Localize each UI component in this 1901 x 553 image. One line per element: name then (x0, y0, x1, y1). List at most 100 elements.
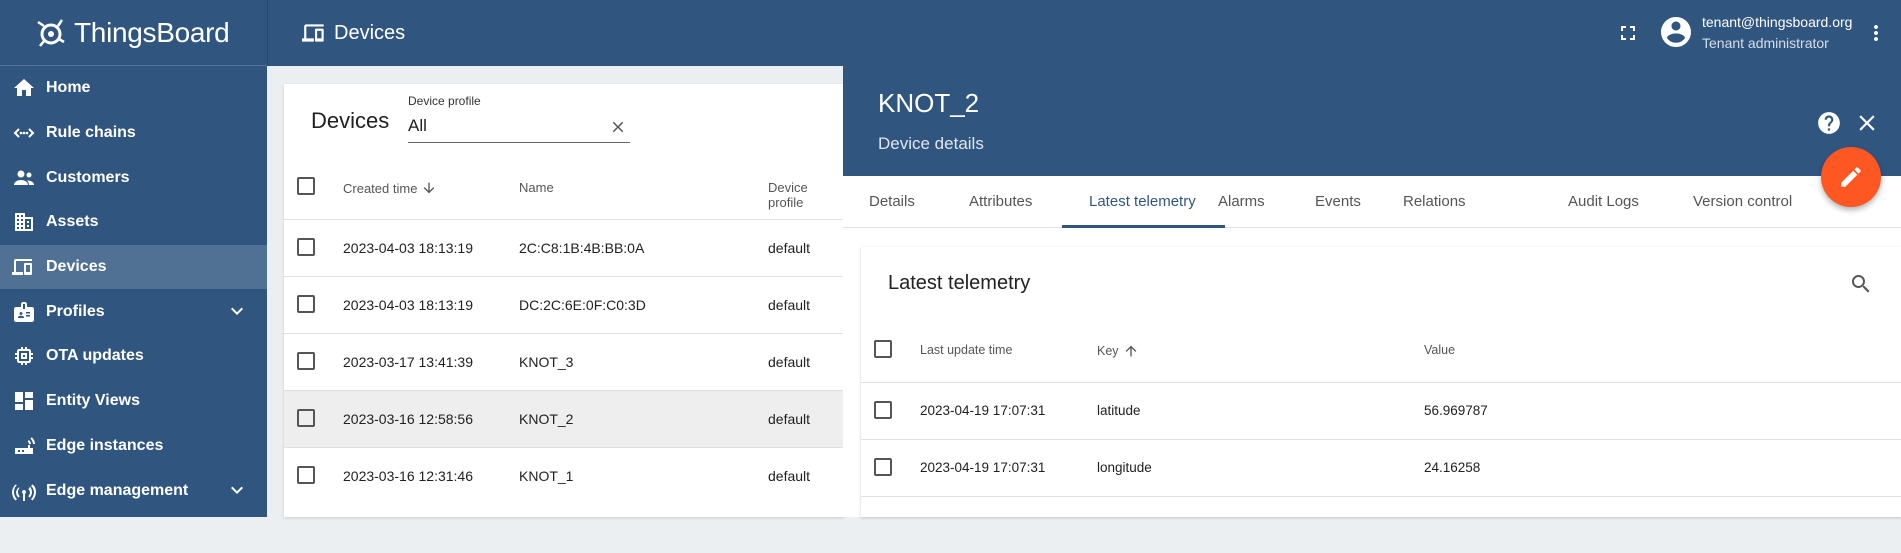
arrow-up-icon (1125, 345, 1136, 357)
cell-last-update-time: 2023-04-19 17:07:31 (920, 403, 1046, 418)
table-row[interactable]: 2023-04-03 18:13:19 DC:2C:6E:0F:C0:3D de… (284, 276, 844, 333)
sidebar-item-entity-views[interactable]: Entity Views (0, 379, 267, 424)
sidebar-item-label: Profiles (46, 302, 105, 320)
arrow-down-icon (424, 182, 435, 194)
details-tabs: Details Attributes Latest telemetry Alar… (843, 176, 1901, 228)
chevron-down-icon[interactable] (225, 478, 249, 502)
assets-icon (15, 213, 33, 232)
sidebar: ThingsBoard Home Rule chains Customers A… (0, 0, 267, 517)
avatar[interactable] (1658, 14, 1694, 50)
tab-alarms[interactable]: Alarms (1218, 193, 1265, 210)
chevron-down-icon[interactable] (225, 299, 249, 323)
column-header-value[interactable]: Value (1424, 343, 1455, 357)
sidebar-item-label: Edge management (46, 481, 189, 499)
app-name: ThingsBoard (74, 16, 230, 48)
tab-details[interactable]: Details (869, 193, 915, 210)
details-header: KNOT_2 Device details (843, 66, 1901, 176)
help-icon[interactable] (1816, 110, 1842, 136)
tab-events[interactable]: Events (1315, 193, 1361, 210)
page-title: Devices (302, 20, 405, 46)
sidebar-item-devices[interactable]: Devices (0, 244, 267, 290)
row-checkbox[interactable] (297, 466, 315, 484)
user-info[interactable]: tenant@thingsboard.org Tenant administra… (1702, 12, 1852, 54)
edit-icon (1841, 167, 1861, 187)
ota-icon (15, 347, 33, 366)
cell-value: 24.16258 (1424, 460, 1481, 475)
close-icon[interactable] (1854, 110, 1880, 136)
row-checkbox[interactable] (297, 409, 315, 427)
details-subtitle: Device details (878, 134, 984, 153)
sidebar-item-label: Entity Views (46, 392, 140, 410)
row-checkbox[interactable] (874, 458, 892, 476)
cell-created-time: 2023-03-16 12:31:46 (343, 468, 473, 484)
sidebar-item-ota-updates[interactable]: OTA updates (0, 334, 267, 379)
sidebar-item-profiles[interactable]: Profiles (0, 289, 267, 334)
row-checkbox[interactable] (297, 238, 315, 256)
table-row-selected[interactable]: 2023-03-16 12:58:56 KNOT_2 default (284, 390, 844, 447)
edge-management-icon (12, 484, 36, 501)
table-row[interactable]: 2023-04-19 17:07:31 longitude 24.16258 (861, 439, 1901, 496)
tab-latest-telemetry[interactable]: Latest telemetry (1089, 193, 1196, 210)
logo[interactable]: ThingsBoard (0, 0, 267, 66)
cell-name: KNOT_3 (519, 354, 574, 370)
page-title-text: Devices (334, 21, 406, 44)
cell-created-time: 2023-03-17 13:41:39 (343, 354, 473, 370)
cell-created-time: 2023-04-03 18:13:19 (343, 240, 473, 256)
fullscreen-icon[interactable] (1616, 21, 1640, 45)
row-checkbox[interactable] (297, 295, 315, 313)
cell-key: longitude (1097, 460, 1152, 475)
entity-views-icon (15, 392, 33, 411)
sidebar-item-label: OTA updates (46, 347, 144, 365)
device-profile-input[interactable]: All (408, 116, 427, 136)
sidebar-item-label: Home (46, 79, 91, 97)
cell-device-profile: default (768, 240, 811, 256)
cell-created-time: 2023-03-16 12:58:56 (343, 411, 473, 427)
table-row[interactable]: 2023-03-17 13:41:39 KNOT_3 default (284, 333, 844, 390)
cell-key: latitude (1097, 403, 1141, 418)
clear-icon[interactable] (609, 118, 627, 136)
sidebar-item-customers[interactable]: Customers (0, 155, 267, 200)
cell-name: KNOT_1 (519, 468, 574, 484)
cell-device-profile: default (768, 468, 811, 484)
sidebar-item-edge-instances[interactable]: Edge instances (0, 424, 267, 469)
column-header-name[interactable]: Name (519, 180, 554, 195)
devices-icon (302, 24, 324, 42)
details-device-name: KNOT_2 (878, 88, 980, 118)
tab-attributes[interactable]: Attributes (969, 193, 1032, 210)
more-vert-icon[interactable] (1864, 21, 1888, 45)
column-header-label: Created time (343, 180, 418, 196)
user-email: tenant@thingsboard.org (1702, 14, 1853, 30)
column-header-device-profile[interactable]: Device profile (768, 180, 844, 210)
top-toolbar: Devices tenant@thingsboard.org Tenant ad… (267, 0, 1901, 66)
tab-version-control[interactable]: Version control (1693, 193, 1792, 210)
cell-name: KNOT_2 (519, 411, 574, 427)
search-icon[interactable] (1849, 272, 1873, 296)
table-row[interactable]: 2023-04-03 18:13:19 2C:C8:1B:4B:BB:0A de… (284, 219, 844, 276)
cell-device-profile: default (768, 297, 811, 313)
edit-button[interactable] (1821, 147, 1881, 207)
sidebar-item-label: Customers (46, 168, 130, 186)
select-all-checkbox[interactable] (874, 340, 892, 358)
devices-table-title: Devices (311, 108, 390, 133)
sidebar-item-assets[interactable]: Assets (0, 200, 267, 245)
column-header-last-update-time[interactable]: Last update time (920, 343, 1012, 357)
sidebar-item-rule-chains[interactable]: Rule chains (0, 111, 267, 156)
column-header-created-time[interactable]: Created time (343, 180, 437, 196)
row-checkbox[interactable] (297, 352, 315, 370)
rule-chain-icon (13, 128, 35, 138)
select-all-checkbox[interactable] (297, 177, 315, 195)
sidebar-item-home[interactable]: Home (0, 66, 267, 111)
column-header-key[interactable]: Key (1097, 343, 1139, 359)
user-role: Tenant administrator (1702, 35, 1829, 51)
sidebar-item-label: Edge instances (46, 436, 164, 454)
cell-last-update-time: 2023-04-19 17:07:31 (920, 460, 1046, 475)
table-row[interactable]: 2023-03-16 12:31:46 KNOT_1 default (284, 447, 844, 504)
tab-audit-logs[interactable]: Audit Logs (1568, 193, 1639, 210)
latest-telemetry-title: Latest telemetry (888, 272, 1031, 294)
table-row[interactable]: 2023-04-19 17:07:31 latitude 56.969787 (861, 382, 1901, 439)
sidebar-item-edge-management[interactable]: Edge management (0, 468, 267, 513)
row-checkbox[interactable] (874, 401, 892, 419)
edge-instances-icon (15, 437, 35, 454)
column-header-label: Key (1097, 344, 1119, 358)
tab-relations[interactable]: Relations (1403, 193, 1466, 210)
